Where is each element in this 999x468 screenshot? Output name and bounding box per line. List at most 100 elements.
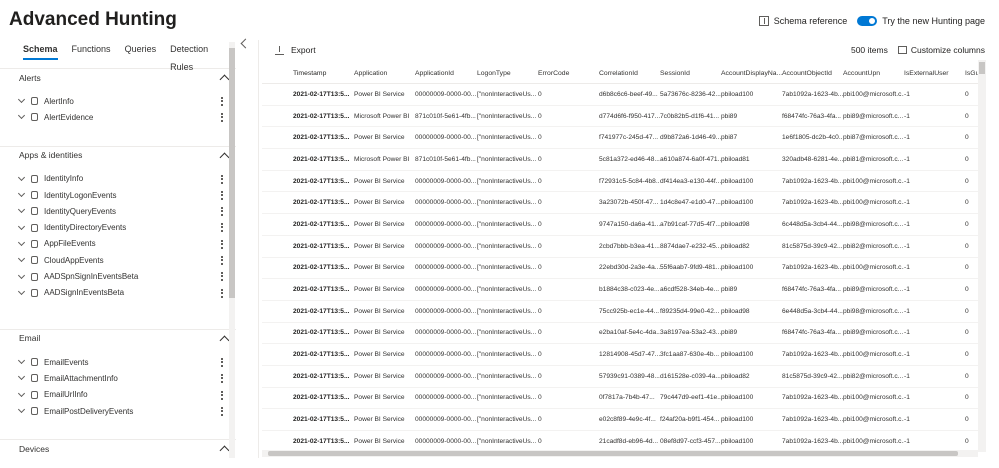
collapse-panel-icon[interactable] [240, 38, 251, 49]
table-row[interactable]: 2021-02-17T13:5... Power BI Service 000000… [262, 344, 978, 366]
schema-table-item[interactable]: AppFileEvents [0, 236, 236, 252]
chevron-down-icon[interactable] [17, 287, 26, 295]
table-row[interactable]: 2021-02-17T13:5... Power BI Service 000000… [262, 366, 978, 388]
chevron-down-icon[interactable] [17, 271, 26, 279]
chevron-down-icon[interactable] [17, 189, 26, 198]
table-row[interactable]: 2021-02-17T13:5... Power BI Service 000000… [262, 236, 978, 258]
schema-table-item[interactable]: IdentityDirectoryEvents [0, 219, 236, 235]
column-header[interactable]: Application [354, 70, 415, 77]
chevron-down-icon[interactable] [17, 405, 26, 414]
more-options-icon[interactable] [221, 357, 223, 367]
chevron-down-icon[interactable] [17, 255, 26, 263]
customize-columns-button[interactable]: Customize columns [897, 45, 985, 55]
more-options-icon[interactable] [221, 97, 223, 106]
column-header[interactable]: IsExternalUser [904, 70, 965, 77]
more-options-icon[interactable] [221, 288, 223, 298]
schema-group-header[interactable]: Alerts [0, 68, 236, 86]
schema-table-item[interactable]: EmailAttachmentInfo [0, 370, 236, 386]
more-options-icon[interactable] [221, 174, 223, 184]
table-cell: 7ab1092a-1623-4b... [782, 394, 843, 402]
schema-scroll-thumb[interactable] [229, 48, 235, 298]
tab-functions[interactable]: Functions [72, 40, 111, 60]
column-header[interactable]: AccountObjectId [782, 70, 843, 77]
chevron-up-icon[interactable] [219, 74, 230, 85]
results-hscroll-thumb[interactable] [268, 451, 958, 456]
table-row[interactable]: 2021-02-17T13:5... Power BI Service 000000… [262, 192, 978, 215]
column-header[interactable]: SessionId [660, 70, 721, 77]
chevron-down-icon[interactable] [17, 96, 26, 104]
schema-scrollbar[interactable] [229, 42, 235, 458]
schema-table-item[interactable]: AlertEvidence [0, 109, 236, 125]
schema-table-item[interactable]: EmailUrlInfo [0, 387, 236, 403]
column-header[interactable]: ErrorCode [538, 70, 599, 77]
more-options-icon[interactable] [221, 239, 223, 249]
more-options-icon[interactable] [221, 223, 223, 233]
schema-table-item[interactable]: IdentityLogonEvents [0, 187, 236, 203]
table-row[interactable]: 2021-02-17T13:5... Power BI Service 000000… [262, 258, 978, 280]
table-row[interactable]: 2021-02-17T13:5... Power BI Service 000000… [262, 214, 978, 236]
new-page-toggle[interactable] [857, 16, 878, 26]
table-row[interactable]: 2021-02-17T13:5... Power BI Service 000000… [262, 388, 978, 410]
more-options-icon[interactable] [221, 190, 223, 200]
chevron-up-icon[interactable] [219, 445, 230, 456]
chevron-down-icon[interactable] [17, 206, 26, 214]
schema-table-item[interactable]: EmailPostDeliveryEvents [0, 403, 236, 419]
column-header[interactable]: AccountUpn [843, 70, 904, 77]
more-options-icon[interactable] [221, 272, 223, 282]
chevron-up-icon[interactable] [219, 152, 230, 163]
schema-reference-link[interactable]: Schema reference [774, 16, 848, 26]
schema-group-header[interactable]: Apps & identities [0, 145, 236, 164]
table-row[interactable]: 2021-02-17T13:5... Power BI Service 000000… [262, 84, 978, 106]
results-vscroll-thumb[interactable] [979, 62, 985, 74]
schema-table-name: IdentityDirectoryEvents [44, 223, 127, 233]
column-header[interactable]: CorrelationId [599, 70, 660, 77]
chevron-down-icon[interactable] [17, 357, 26, 365]
tab-queries[interactable]: Queries [125, 40, 157, 60]
table-row[interactable]: 2021-02-17T13:5... Power BI Service 000000… [262, 127, 978, 150]
table-cell: 9747a150-da6a-41... [599, 220, 660, 228]
more-options-icon[interactable] [221, 113, 223, 123]
table-row[interactable]: 2021-02-17T13:5... Power BI Service 000000… [262, 409, 978, 431]
chevron-down-icon[interactable] [17, 222, 26, 230]
table-cell: -1 [904, 437, 910, 445]
chevron-down-icon[interactable] [17, 112, 26, 120]
export-button[interactable]: Export [275, 45, 316, 55]
chevron-down-icon[interactable] [17, 373, 26, 381]
column-header[interactable]: AccountDisplayNa... [721, 70, 782, 77]
table-row[interactable]: 2021-02-17T13:5... Power BI Service 000000… [262, 301, 978, 323]
column-header[interactable]: LogonType [477, 70, 538, 77]
schema-table-item[interactable]: CloudAppEvents [0, 252, 236, 268]
more-options-icon[interactable] [221, 256, 223, 266]
tab-detection-rules[interactable]: Detection Rules [170, 40, 222, 72]
table-row[interactable]: 2021-02-17T13:5... Power BI Service 000000… [262, 323, 978, 345]
table-row[interactable]: 2021-02-17T13:5... Microsoft Power BI 871c… [262, 106, 978, 128]
chevron-down-icon[interactable] [17, 389, 26, 397]
column-header[interactable]: IsGu [965, 70, 978, 77]
results-vertical-scrollbar[interactable] [978, 60, 986, 452]
schema-table-item[interactable]: AADSpnSignInEventsBeta [0, 268, 236, 284]
column-header[interactable]: Timestamp [262, 70, 354, 77]
results-horizontal-scrollbar[interactable] [262, 450, 978, 457]
schema-table-item[interactable]: IdentityInfo [0, 171, 236, 187]
more-options-icon[interactable] [221, 207, 223, 217]
table-row[interactable]: 2021-02-17T13:5... Power BI Service 000000… [262, 279, 978, 301]
table-icon [31, 272, 38, 281]
table-cell: -1 [904, 199, 910, 207]
table-row[interactable]: 2021-02-17T13:5... Power BI Service 000000… [262, 171, 978, 193]
more-options-icon[interactable] [221, 390, 223, 400]
tab-schema[interactable]: Schema [23, 40, 58, 60]
schema-table-item[interactable]: AlertInfo [0, 93, 236, 109]
table-row[interactable]: 2021-02-17T13:5... Microsoft Power BI 871c… [262, 149, 978, 171]
more-options-icon[interactable] [221, 406, 223, 416]
table-row[interactable]: 2021-02-17T13:5... Power BI Service 000000… [262, 431, 978, 450]
chevron-down-icon[interactable] [17, 173, 26, 181]
chevron-down-icon[interactable] [17, 238, 26, 246]
schema-table-item[interactable]: EmailEvents [0, 354, 236, 370]
schema-table-item[interactable]: AADSignInEventsBeta [0, 285, 236, 301]
schema-group-header[interactable]: Email [0, 328, 236, 347]
more-options-icon[interactable] [221, 374, 223, 384]
chevron-up-icon[interactable] [219, 335, 230, 346]
schema-table-item[interactable]: IdentityQueryEvents [0, 203, 236, 219]
column-header[interactable]: ApplicationId [415, 70, 477, 77]
schema-group-header[interactable]: Devices [0, 439, 236, 457]
